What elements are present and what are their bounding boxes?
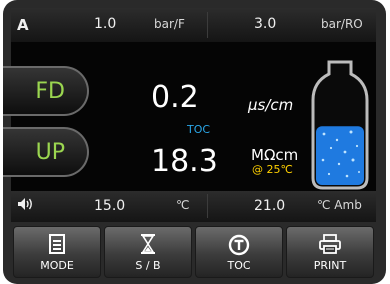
indicator-a: A bbox=[17, 16, 29, 34]
reference-temp: @ 25℃ bbox=[252, 163, 293, 176]
fd-label: FD bbox=[35, 79, 65, 104]
toc-button-label: TOC bbox=[227, 259, 251, 272]
fd-button[interactable]: FD bbox=[3, 66, 89, 116]
standby-button[interactable]: S / B bbox=[104, 226, 192, 278]
ambient-temp-unit: ℃ Amb bbox=[317, 198, 362, 212]
speaker-icon[interactable] bbox=[17, 197, 35, 215]
ro-pressure-unit: bar/RO bbox=[321, 17, 363, 31]
mode-button[interactable]: MODE bbox=[13, 226, 101, 278]
button-row: MODE S / B TOC PRINT bbox=[13, 226, 376, 278]
toc-button[interactable]: TOC bbox=[195, 226, 283, 278]
feed-pressure-unit: bar/F bbox=[154, 17, 185, 31]
ro-pressure-value: 3.0 bbox=[254, 16, 277, 32]
hourglass-icon bbox=[105, 234, 191, 256]
resistivity-value: 18.3 bbox=[151, 144, 218, 179]
print-label: PRINT bbox=[313, 259, 347, 272]
display-screen: A 1.0 bar/F 3.0 bar/RO FD UP 0.2 μs/cm T… bbox=[3, 8, 376, 222]
divider bbox=[207, 194, 208, 218]
temperature-bar: 15.0 ℃ 21.0 ℃ Amb bbox=[11, 191, 376, 222]
sb-label: S / B bbox=[135, 259, 161, 272]
printer-icon bbox=[287, 234, 373, 256]
up-button[interactable]: UP bbox=[3, 127, 89, 177]
device-panel: A 1.0 bar/F 3.0 bar/RO FD UP 0.2 μs/cm T… bbox=[3, 0, 386, 284]
ambient-temp-value: 21.0 bbox=[254, 198, 286, 214]
conductivity-value: 0.2 bbox=[151, 80, 199, 115]
status-bar: A 1.0 bar/F 3.0 bar/RO bbox=[11, 8, 376, 42]
print-button[interactable]: PRINT bbox=[286, 226, 374, 278]
water-temp-unit: ℃ bbox=[176, 198, 190, 212]
menu-icon bbox=[14, 234, 100, 256]
toc-circle-icon bbox=[196, 234, 282, 256]
water-tank-icon bbox=[311, 60, 369, 190]
conductivity-unit: μs/cm bbox=[248, 96, 294, 114]
feed-pressure-value: 1.0 bbox=[94, 16, 117, 32]
up-label: UP bbox=[35, 140, 65, 165]
resistivity-unit: MΩcm bbox=[251, 146, 299, 164]
water-temp-value: 15.0 bbox=[94, 198, 126, 214]
divider bbox=[207, 12, 208, 38]
mode-label: MODE bbox=[40, 259, 74, 272]
toc-label: TOC bbox=[187, 123, 211, 136]
